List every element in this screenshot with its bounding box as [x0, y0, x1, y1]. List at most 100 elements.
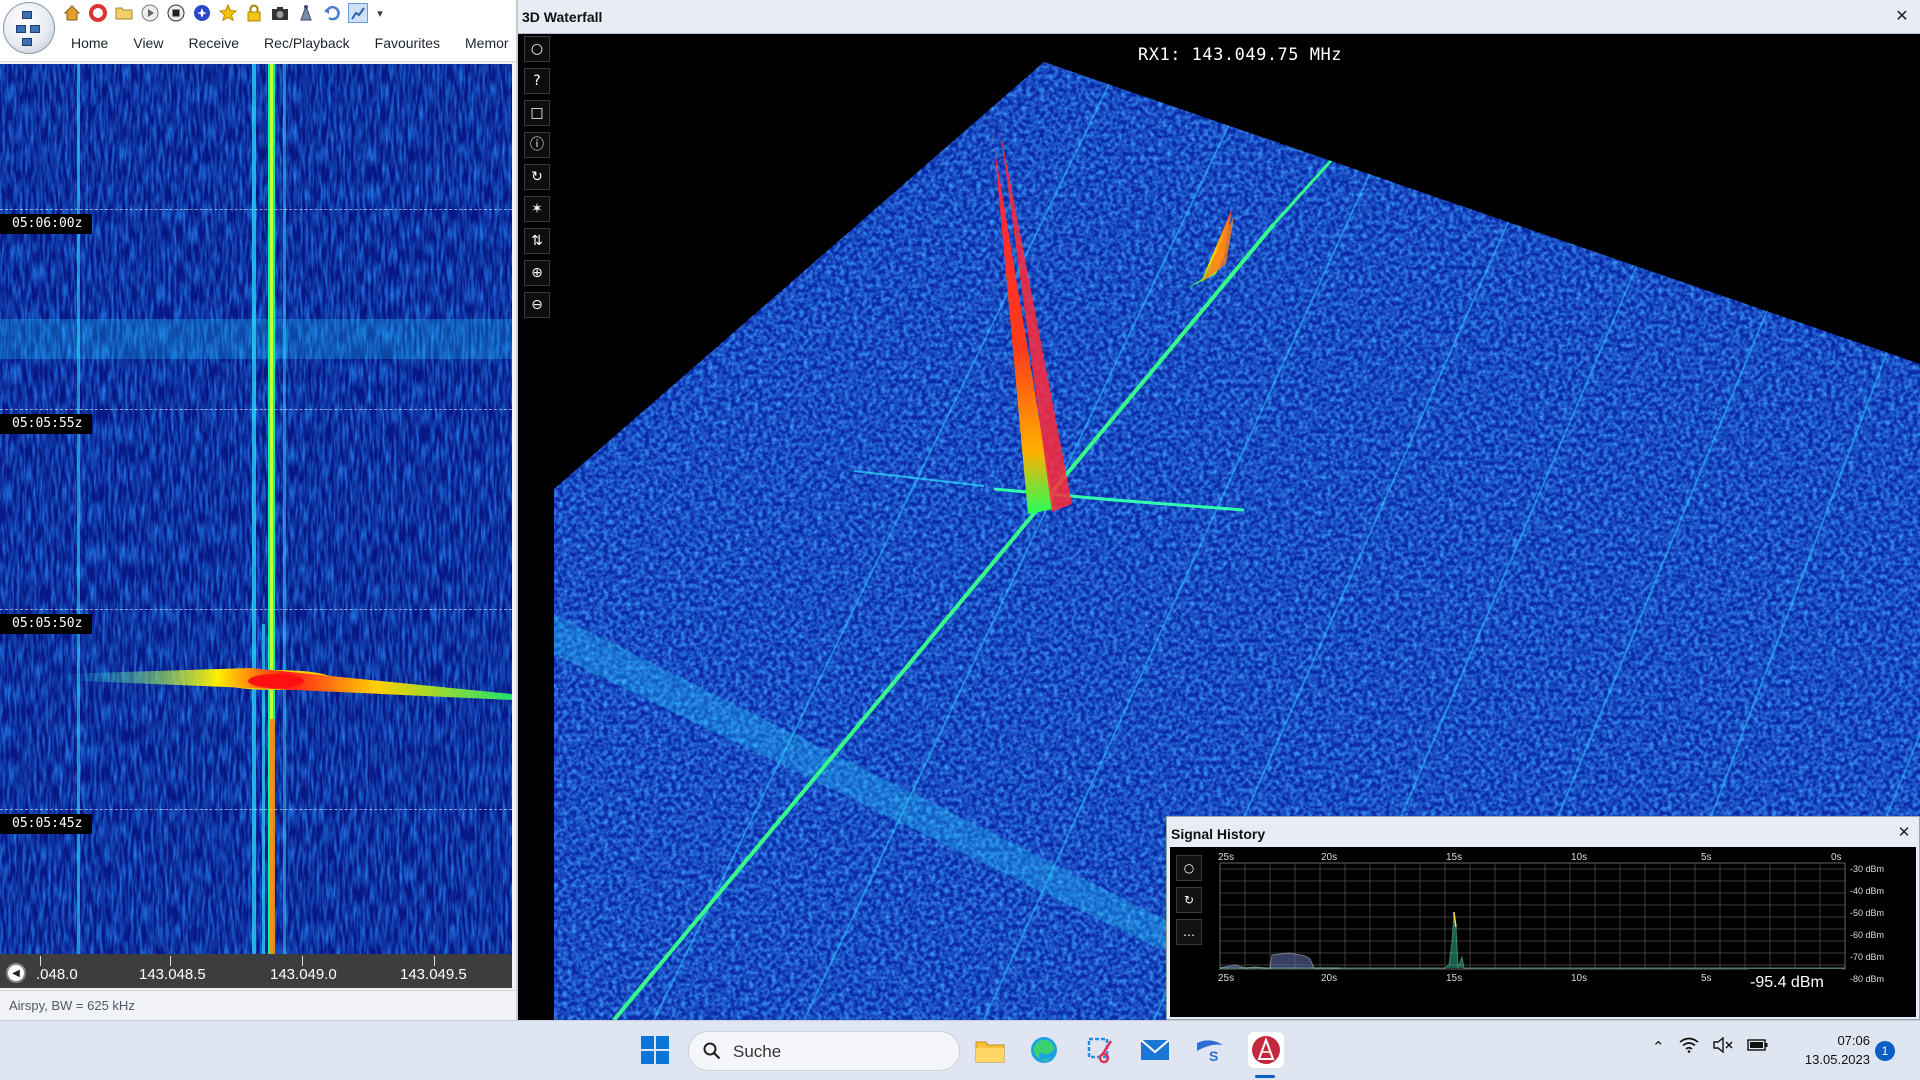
rotate-icon[interactable]: ↻: [524, 164, 550, 190]
time-axis-label: 10s: [1571, 852, 1587, 863]
signal-history-tools: ○ ↻ …: [1176, 855, 1202, 945]
signal-history-body: ○ ↻ … 25s 20s 15s 10s 5s 0s 25s 20s 15s …: [1170, 847, 1916, 1017]
ribbon: ▾ Home View Receive Rec/Playback Favouri…: [0, 0, 516, 62]
taskbar-clock[interactable]: 07:06 13.05.2023: [1790, 1031, 1870, 1069]
square-icon[interactable]: □: [524, 100, 550, 126]
svg-text:S: S: [1209, 1048, 1218, 1063]
menu-favourites[interactable]: Favourites: [362, 32, 452, 54]
time-axis-label: 5s: [1701, 973, 1712, 984]
waterfall-display[interactable]: 05:06:00z 05:05:55z 05:05:50z 05:05:45z: [0, 64, 512, 954]
circle-icon[interactable]: ○: [524, 36, 550, 62]
signal-level-readout: -95.4 dBm: [1750, 974, 1824, 991]
camera-icon[interactable]: [270, 3, 290, 23]
system-tray: ⌃: [1652, 1036, 1769, 1057]
record-icon[interactable]: [192, 3, 212, 23]
battery-icon[interactable]: [1746, 1038, 1769, 1056]
frequency-label: .048.0: [36, 966, 78, 983]
sdr-console-icon[interactable]: [1248, 1032, 1284, 1068]
snipping-tool-icon[interactable]: [1082, 1032, 1118, 1068]
info-icon[interactable]: ⓘ: [524, 132, 550, 158]
chart-icon[interactable]: [348, 3, 368, 23]
clock-date: 13.05.2023: [1804, 1052, 1870, 1067]
time-label: 05:05:55z: [0, 414, 93, 434]
time-axis-label: 25s: [1218, 852, 1234, 863]
time-axis-label: 20s: [1321, 973, 1337, 984]
zoom-in-icon[interactable]: ⊕: [524, 260, 550, 286]
time-gridline: [0, 409, 512, 410]
edge-icon[interactable]: [1026, 1032, 1062, 1068]
help-icon[interactable]: ?: [524, 68, 550, 94]
dbm-axis-label: -80 dBm: [1850, 974, 1884, 984]
play-icon[interactable]: [140, 3, 160, 23]
swap-vertical-icon[interactable]: ⇅: [524, 228, 550, 254]
chevron-up-icon[interactable]: ⌃: [1652, 1038, 1665, 1056]
close-icon[interactable]: ✕: [1895, 823, 1913, 841]
dbm-axis-label: -40 dBm: [1850, 886, 1884, 896]
window-title: 3D Waterfall: [522, 9, 603, 25]
scale-tick: [40, 956, 41, 966]
menu-home[interactable]: Home: [58, 32, 120, 54]
dropdown-icon[interactable]: ▾: [374, 3, 386, 23]
more-icon[interactable]: …: [1176, 919, 1202, 945]
windows-start-icon[interactable]: [640, 1035, 670, 1065]
stop-icon[interactable]: [166, 3, 186, 23]
app-menu-button[interactable]: [3, 2, 55, 54]
time-axis-label: 5s: [1701, 852, 1712, 863]
time-axis-label: 0s: [1831, 852, 1842, 863]
dbm-axis-label: -30 dBm: [1850, 864, 1884, 874]
window-titlebar[interactable]: 3D Waterfall ✕: [518, 0, 1920, 34]
status-bar: Airspy, BW = 625 kHz: [0, 990, 516, 1020]
frequency-label: 143.049.5: [400, 966, 467, 983]
dbm-axis-label: -60 dBm: [1850, 930, 1884, 940]
scale-tick: [302, 956, 303, 966]
taskbar-search-box[interactable]: Suche: [688, 1031, 960, 1071]
asterisk-icon[interactable]: ✶: [524, 196, 550, 222]
quick-access-toolbar: ▾: [62, 2, 386, 24]
signal-history-window: Signal History ✕ ○ ↻ … 25s 20s 15s 10s 5…: [1166, 816, 1920, 1020]
close-icon[interactable]: ✕: [1892, 6, 1912, 26]
app-logo-block: [16, 25, 26, 33]
scale-tick: [170, 956, 171, 966]
zoom-out-icon[interactable]: ⊖: [524, 292, 550, 318]
menu-view[interactable]: View: [120, 32, 175, 54]
search-placeholder: Suche: [733, 1042, 782, 1061]
app-logo-block: [22, 11, 32, 19]
rotate-icon[interactable]: ↻: [1176, 887, 1202, 913]
time-gridline: [0, 609, 512, 610]
star-icon[interactable]: [218, 3, 238, 23]
notification-badge[interactable]: 1: [1875, 1041, 1895, 1061]
frequency-label: 143.048.5: [139, 966, 206, 983]
file-explorer-icon[interactable]: [972, 1032, 1008, 1068]
app-logo-block: [30, 25, 40, 33]
time-gridline: [0, 209, 512, 210]
sdr-logo-icon[interactable]: S: [1192, 1032, 1228, 1068]
menu-memories[interactable]: Memor: [452, 32, 521, 54]
frequency-scale[interactable]: ◀ .048.0 143.048.5 143.049.0 143.049.5: [0, 954, 512, 988]
antenna-icon[interactable]: [296, 3, 316, 23]
time-axis-label: 10s: [1571, 973, 1587, 984]
volume-muted-icon[interactable]: [1712, 1036, 1733, 1057]
time-label: 05:06:00z: [0, 214, 93, 234]
status-text: Airspy, BW = 625 kHz: [9, 998, 135, 1013]
time-axis-label: 15s: [1446, 973, 1462, 984]
dbm-axis-label: -50 dBm: [1850, 908, 1884, 918]
mail-icon[interactable]: [1137, 1032, 1173, 1068]
waterfall-3d-toolbar: ○ ? □ ⓘ ↻ ✶ ⇅ ⊕ ⊖: [524, 36, 550, 318]
scale-reset-icon[interactable]: ◀: [6, 963, 26, 983]
folder-icon[interactable]: [114, 3, 134, 23]
active-app-indicator: [1255, 1075, 1275, 1078]
clock-time: 07:06: [1837, 1033, 1870, 1048]
lock-icon[interactable]: [244, 3, 264, 23]
search-icon: [703, 1042, 721, 1060]
menu-receive[interactable]: Receive: [175, 32, 251, 54]
lifebuoy-icon[interactable]: [88, 3, 108, 23]
circle-icon[interactable]: ○: [1176, 855, 1202, 881]
taskbar: Suche S ⌃ 07:06 13.05.2023 1: [0, 1020, 1920, 1080]
rx-frequency-label: RX1: 143.049.75 MHz: [1138, 45, 1342, 65]
time-axis-label: 20s: [1321, 852, 1337, 863]
home-icon[interactable]: [62, 3, 82, 23]
undo-icon[interactable]: [322, 3, 342, 23]
menu-rec-playback[interactable]: Rec/Playback: [251, 32, 362, 54]
wifi-icon[interactable]: [1679, 1037, 1699, 1057]
dbm-axis-label: -70 dBm: [1850, 952, 1884, 962]
